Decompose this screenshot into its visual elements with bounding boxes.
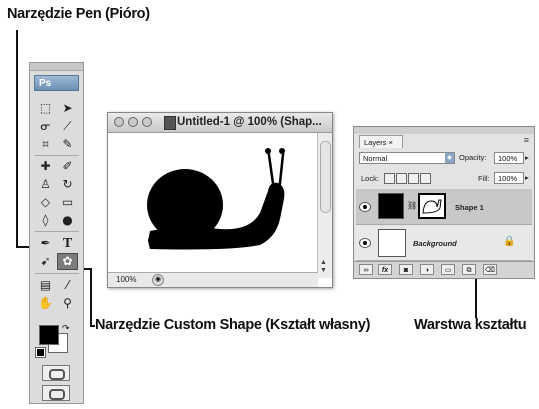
close-window-icon[interactable] — [114, 117, 124, 127]
eye-icon[interactable] — [359, 238, 371, 248]
default-colors-icon[interactable] — [35, 347, 46, 358]
vector-mask-thumbnail[interactable] — [418, 193, 446, 219]
type-tool-icon[interactable]: T — [57, 235, 78, 252]
document-window: Untitled-1 @ 100% (Shap... ▲ ▼ 100% ◉ — [107, 112, 333, 288]
zoom-level[interactable]: 100% — [116, 274, 146, 285]
adjustment-layer-icon[interactable]: ◑ — [420, 264, 434, 275]
magic-wand-icon[interactable]: ⟋ — [57, 118, 78, 135]
layers-footer: ∞ fx ◙ ◑ ▭ ⧉ ⌫ — [354, 261, 534, 278]
layer-fill-thumbnail[interactable] — [378, 193, 404, 219]
layer-row-background[interactable]: Background 🔒 — [356, 226, 532, 261]
photoshop-logo: Ps — [34, 75, 79, 91]
tools-divider — [35, 231, 79, 232]
zoom-tool-icon[interactable]: ⚲ — [57, 295, 78, 312]
blend-mode-select[interactable]: Normal ◆ — [359, 152, 455, 164]
eyedropper-tool-icon[interactable]: ✎ — [57, 136, 78, 153]
quick-mask-button[interactable] — [42, 365, 70, 381]
lock-pixels-icon[interactable] — [396, 173, 407, 184]
move-tool-icon[interactable]: ➤ — [57, 100, 78, 117]
vertical-scrollbar[interactable]: ▲ ▼ — [317, 133, 332, 278]
layer-name: Shape 1 — [455, 203, 484, 212]
fill-arrow-icon[interactable]: ▸ — [525, 173, 529, 182]
fill-label: Fill: — [478, 174, 490, 183]
layer-name: Background — [413, 239, 457, 248]
lock-icon: 🔒 — [503, 236, 516, 247]
layers-panel: Layers × ≡ Normal ◆ Opacity: 100% ▸ Lock… — [353, 126, 535, 279]
status-info-icon[interactable]: ◉ — [152, 274, 164, 286]
lock-position-icon[interactable] — [408, 173, 419, 184]
pen-tool-callout: Narzędzie Pen (Pióro) — [7, 6, 150, 22]
tools-divider — [35, 155, 79, 156]
pen-callout-line — [16, 30, 18, 247]
shape-callout-line-v — [90, 268, 92, 326]
link-icon: ⛓ — [407, 201, 418, 210]
tools-divider — [35, 273, 79, 274]
new-group-icon[interactable]: ▭ — [441, 264, 455, 275]
lasso-tool-icon[interactable]: ᓂ — [35, 118, 56, 135]
blur-tool-icon[interactable]: ◊ — [35, 212, 56, 229]
gradient-tool-icon[interactable]: ▭ — [57, 194, 78, 211]
clone-stamp-icon[interactable]: ♙ — [35, 176, 56, 193]
shape-layer-callout: Warstwa kształtu — [414, 317, 527, 333]
panel-menu-icon[interactable]: ≡ — [524, 135, 529, 145]
foreground-color-swatch[interactable] — [39, 325, 59, 345]
eraser-tool-icon[interactable]: ◇ — [35, 194, 56, 211]
dodge-tool-icon[interactable]: ● — [57, 212, 78, 229]
lock-transparency-icon[interactable] — [384, 173, 395, 184]
palette-grip[interactable] — [30, 63, 83, 71]
document-statusbar: 100% ◉ — [108, 272, 318, 287]
crop-tool-icon[interactable]: ⌗ — [35, 136, 56, 153]
tools-palette: Ps ⬚ ➤ ᓂ ⟋ ⌗ ✎ ✚ ✐ ♙ ↻ ◇ ▭ ◊ ● ✒ T ➹ ✿ ▤… — [29, 62, 84, 404]
panel-grip[interactable] — [354, 127, 534, 134]
layer-style-icon[interactable]: fx — [378, 264, 392, 275]
tab-layers[interactable]: Layers × — [359, 135, 403, 148]
brush-tool-icon[interactable]: ✐ — [57, 158, 78, 175]
history-brush-icon[interactable]: ↻ — [57, 176, 78, 193]
document-canvas[interactable] — [110, 133, 315, 269]
eye-icon[interactable] — [359, 202, 371, 212]
opacity-label: Opacity: — [459, 153, 487, 162]
path-selection-icon[interactable]: ➹ — [35, 253, 56, 270]
custom-shape-callout: Narzędzie Custom Shape (Kształt własny) — [95, 317, 371, 333]
opacity-arrow-icon[interactable]: ▸ — [525, 153, 529, 162]
document-title: Untitled-1 @ 100% (Shap... — [177, 116, 322, 128]
zoom-window-icon[interactable] — [142, 117, 152, 127]
shape-callout-line-end — [90, 325, 95, 327]
chevron-down-icon: ◆ — [445, 153, 454, 163]
document-icon — [164, 116, 176, 130]
healing-brush-icon[interactable]: ✚ — [35, 158, 56, 175]
document-titlebar[interactable]: Untitled-1 @ 100% (Shap... — [108, 113, 332, 133]
link-layers-icon[interactable]: ∞ — [359, 264, 373, 275]
snail-shape — [147, 148, 285, 250]
color-sampler-icon[interactable]: ⁄ — [57, 277, 78, 294]
screen-mode-button[interactable] — [42, 385, 70, 401]
minimize-window-icon[interactable] — [128, 117, 138, 127]
marquee-tool-icon[interactable]: ⬚ — [35, 100, 56, 117]
custom-shape-tool-icon[interactable]: ✿ — [57, 253, 78, 270]
opacity-field[interactable]: 100% — [494, 152, 524, 164]
layer-row-shape-1[interactable]: ⛓ Shape 1 — [356, 189, 532, 225]
scroll-arrows-icon[interactable]: ▲ ▼ — [320, 259, 327, 275]
fill-field[interactable]: 100% — [494, 172, 524, 184]
add-mask-icon[interactable]: ◙ — [399, 264, 413, 275]
pen-tool-icon[interactable]: ✒ — [35, 235, 56, 252]
new-layer-icon[interactable]: ⧉ — [462, 264, 476, 275]
lock-all-icon[interactable] — [420, 173, 431, 184]
hand-tool-icon[interactable]: ✋ — [35, 295, 56, 312]
background-thumbnail[interactable] — [378, 229, 406, 257]
lock-label: Lock: — [361, 174, 379, 183]
swap-colors-icon[interactable]: ↷ — [62, 323, 70, 334]
notes-tool-icon[interactable]: ▤ — [35, 277, 56, 294]
scroll-thumb[interactable] — [320, 141, 331, 213]
blend-mode-value: Normal — [363, 154, 388, 163]
delete-layer-icon[interactable]: ⌫ — [483, 264, 497, 275]
snail-mask-icon — [422, 199, 442, 214]
